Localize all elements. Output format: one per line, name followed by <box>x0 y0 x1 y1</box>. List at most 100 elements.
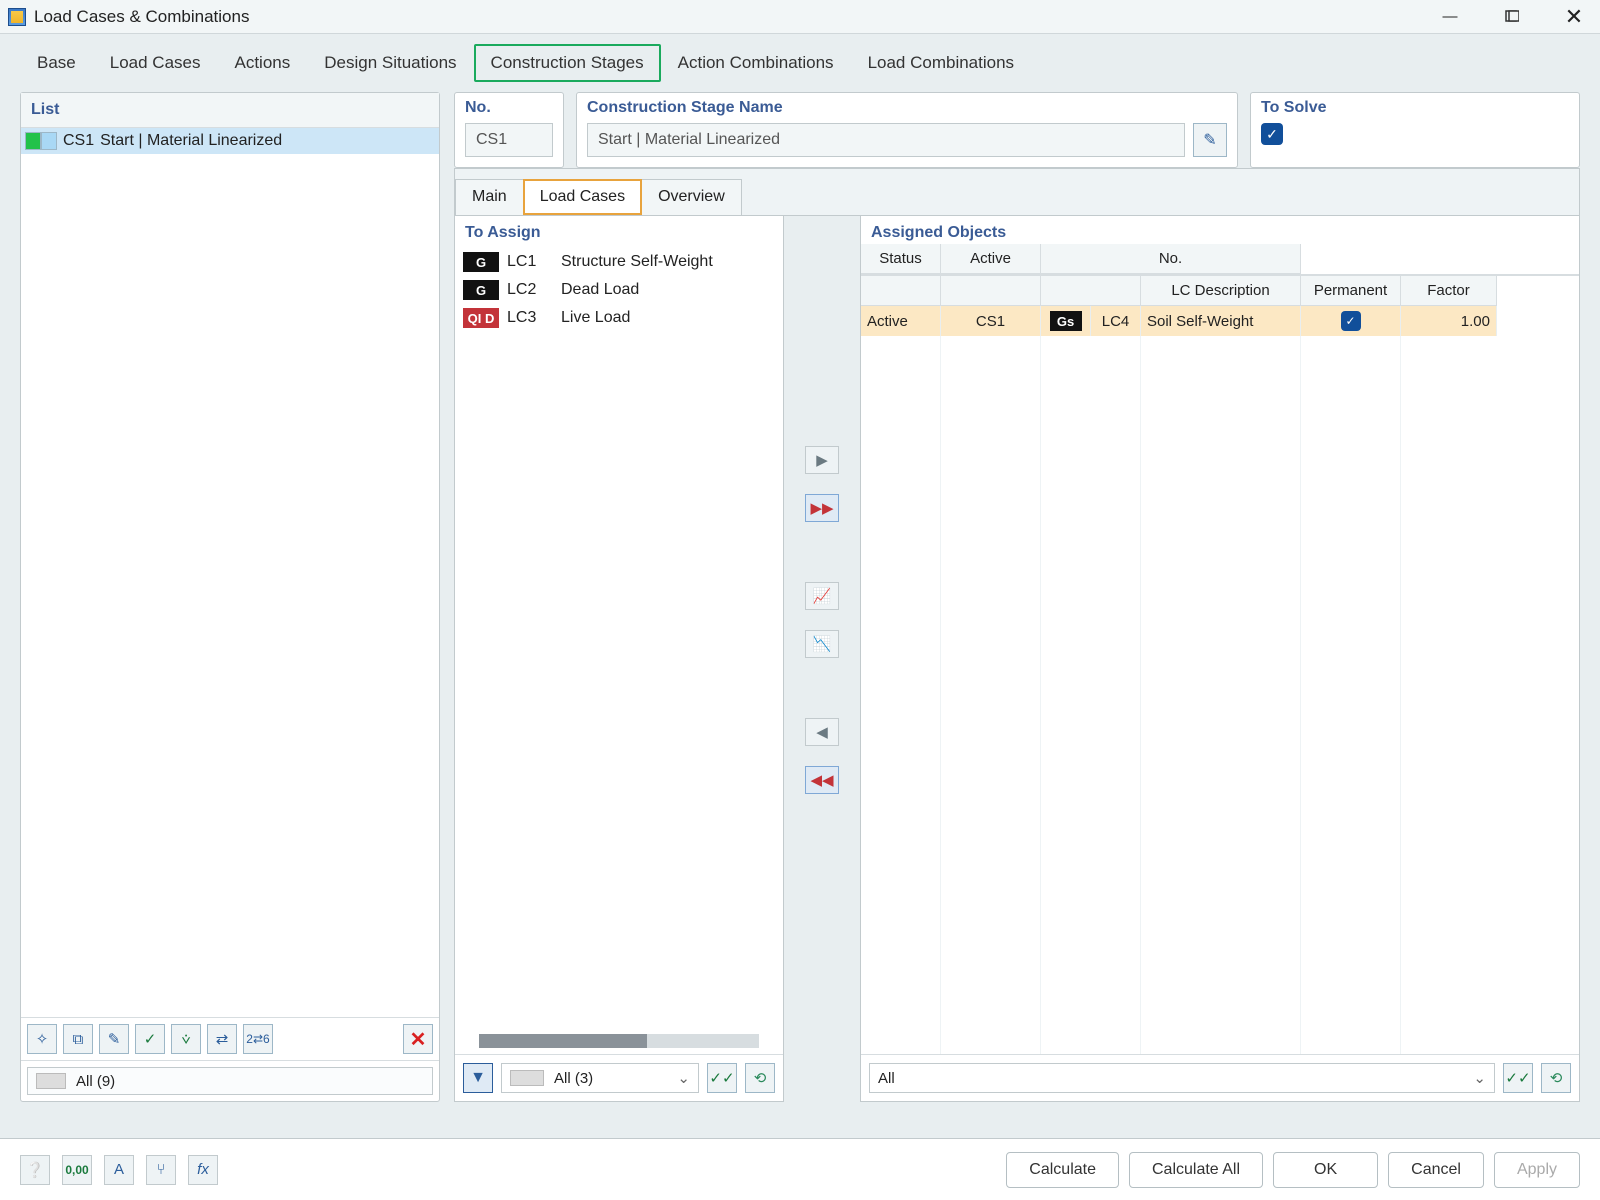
delete-item-button[interactable]: ✕ <box>403 1024 433 1054</box>
tab-construction-stages[interactable]: Construction Stages <box>474 44 661 82</box>
assign-item-lc2[interactable]: G LC2 Dead Load <box>459 276 779 304</box>
subtab-overview[interactable]: Overview <box>641 179 742 215</box>
assign-desc: Dead Load <box>561 281 639 299</box>
ok-button[interactable]: OK <box>1273 1152 1378 1188</box>
subtab-bar: Main Load Cases Overview <box>455 179 1579 216</box>
assign-item-lc1[interactable]: G LC1 Structure Self-Weight <box>459 248 779 276</box>
branch-icon[interactable]: ⑂ <box>146 1155 176 1185</box>
chart-down-button[interactable]: 📉 <box>805 630 839 658</box>
font-icon[interactable]: A <box>104 1155 134 1185</box>
assign-desc: Structure Self-Weight <box>561 253 713 271</box>
assign-refresh-button[interactable]: ⟲ <box>745 1063 775 1093</box>
assign-scrollbar[interactable] <box>479 1034 759 1048</box>
transfer-column: ▶ ▶▶ 📈 📉 ◀ ◀◀ <box>798 216 846 1102</box>
check-all-button[interactable]: ⩒ <box>171 1024 201 1054</box>
tab-load-combinations[interactable]: Load Combinations <box>851 44 1031 82</box>
copy-item-button[interactable]: ⧉ <box>63 1024 93 1054</box>
main-tabbar: Base Load Cases Actions Design Situation… <box>0 34 1600 82</box>
subtab-main[interactable]: Main <box>455 179 524 215</box>
subtab-load-cases[interactable]: Load Cases <box>523 179 642 215</box>
assign-filter-select[interactable]: All (3)⌄ <box>501 1063 699 1093</box>
list-filter-label: All (9) <box>76 1073 115 1090</box>
assign-item-lc3[interactable]: QI D LC3 Live Load <box>459 304 779 332</box>
assign-check-button[interactable]: ✓✓ <box>707 1063 737 1093</box>
move-right-button[interactable]: ▶ <box>805 446 839 474</box>
badge-g-icon: G <box>463 252 499 272</box>
calculate-button[interactable]: Calculate <box>1006 1152 1119 1188</box>
no-input[interactable]: CS1 <box>465 123 553 157</box>
list-filter-row: All (9) <box>21 1060 439 1101</box>
col-permanent[interactable]: Permanent <box>1301 276 1401 306</box>
tab-actions[interactable]: Actions <box>217 44 307 82</box>
list-toolbar: ✧ ⧉ ✎ ✓ ⩒ ⇄ 2⇄6 ✕ <box>21 1017 439 1060</box>
tab-design-situations[interactable]: Design Situations <box>307 44 473 82</box>
col-desc[interactable]: LC Description <box>1141 276 1301 306</box>
assign-filter-label: All (3) <box>554 1070 593 1087</box>
cell-no[interactable]: LC4 <box>1091 306 1141 336</box>
list-filter-select[interactable]: All (9) <box>27 1067 433 1095</box>
col-no[interactable]: No. <box>1041 244 1301 274</box>
cell-permanent[interactable]: ✓ <box>1301 306 1401 336</box>
close-button[interactable]: ✕ <box>1556 4 1592 30</box>
units-icon[interactable]: 0,00 <box>62 1155 92 1185</box>
minimize-button[interactable]: ― <box>1432 4 1468 30</box>
cell-status[interactable]: Active <box>861 306 941 336</box>
cell-badge[interactable]: Gs <box>1041 306 1091 336</box>
list-item-code: CS1 <box>63 132 94 150</box>
footer-bar: ❔ 0,00 A ⑂ fx Calculate Calculate All OK… <box>0 1138 1600 1200</box>
name-input[interactable]: Start | Material Linearized <box>587 123 1185 157</box>
assign-filter-button[interactable]: ▼ <box>463 1063 493 1093</box>
help-icon[interactable]: ❔ <box>20 1155 50 1185</box>
fx-icon[interactable]: fx <box>188 1155 218 1185</box>
renumber-button[interactable]: 2⇄6 <box>243 1024 273 1054</box>
assigned-header: Assigned Objects <box>861 216 1579 244</box>
app-icon <box>8 8 26 26</box>
assigned-refresh-button[interactable]: ⟲ <box>1541 1063 1571 1093</box>
tab-base[interactable]: Base <box>20 44 93 82</box>
move-all-left-button[interactable]: ◀◀ <box>805 766 839 794</box>
move-all-right-button[interactable]: ▶▶ <box>805 494 839 522</box>
tab-action-combinations[interactable]: Action Combinations <box>661 44 851 82</box>
list-color-swatch <box>25 132 57 150</box>
assign-header: To Assign <box>455 216 783 244</box>
assigned-grid-body[interactable] <box>861 336 1579 1054</box>
assigned-filter-select[interactable]: All⌄ <box>869 1063 1495 1093</box>
solve-field-panel: To Solve ✓ <box>1250 92 1580 168</box>
calculate-all-button[interactable]: Calculate All <box>1129 1152 1263 1188</box>
list-header: List <box>21 93 439 128</box>
cell-factor[interactable]: 1.00 <box>1401 306 1497 336</box>
apply-button[interactable]: Apply <box>1494 1152 1580 1188</box>
name-label: Construction Stage Name <box>587 99 1227 117</box>
chart-up-button[interactable]: 📈 <box>805 582 839 610</box>
window-title: Load Cases & Combinations <box>34 7 249 27</box>
tab-load-cases[interactable]: Load Cases <box>93 44 218 82</box>
assign-desc: Live Load <box>561 309 630 327</box>
list-body[interactable]: CS1 Start | Material Linearized <box>21 128 439 1017</box>
check-item-button[interactable]: ✓ <box>135 1024 165 1054</box>
solve-checkbox[interactable]: ✓ <box>1261 123 1283 145</box>
col-status[interactable]: Status <box>861 244 941 274</box>
col-status2 <box>861 276 941 306</box>
no-label: No. <box>465 99 553 117</box>
assign-list[interactable]: G LC1 Structure Self-Weight G LC2 Dead L… <box>455 244 783 1030</box>
assign-code: LC2 <box>507 281 553 299</box>
new-item-button[interactable]: ✧ <box>27 1024 57 1054</box>
edit-name-button[interactable]: ✎ <box>1193 123 1227 157</box>
assigned-check-button[interactable]: ✓✓ <box>1503 1063 1533 1093</box>
col-active[interactable]: Active <box>941 244 1041 274</box>
badge-gs-icon: Gs <box>1050 311 1082 331</box>
title-bar: Load Cases & Combinations ― ✕ <box>0 0 1600 34</box>
cancel-button[interactable]: Cancel <box>1388 1152 1484 1188</box>
list-item-cs1[interactable]: CS1 Start | Material Linearized <box>21 128 439 154</box>
swap-button[interactable]: ⇄ <box>207 1024 237 1054</box>
col-factor[interactable]: Factor <box>1401 276 1497 306</box>
no-field-panel: No. CS1 <box>454 92 564 168</box>
name-field-panel: Construction Stage Name Start | Material… <box>576 92 1238 168</box>
badge-qid-icon: QI D <box>463 308 499 328</box>
cell-desc[interactable]: Soil Self-Weight <box>1141 306 1301 336</box>
move-left-button[interactable]: ◀ <box>805 718 839 746</box>
assign-panel: To Assign G LC1 Structure Self-Weight G … <box>454 216 784 1102</box>
maximize-button[interactable] <box>1494 4 1530 30</box>
edit-item-button[interactable]: ✎ <box>99 1024 129 1054</box>
cell-active[interactable]: CS1 <box>941 306 1041 336</box>
